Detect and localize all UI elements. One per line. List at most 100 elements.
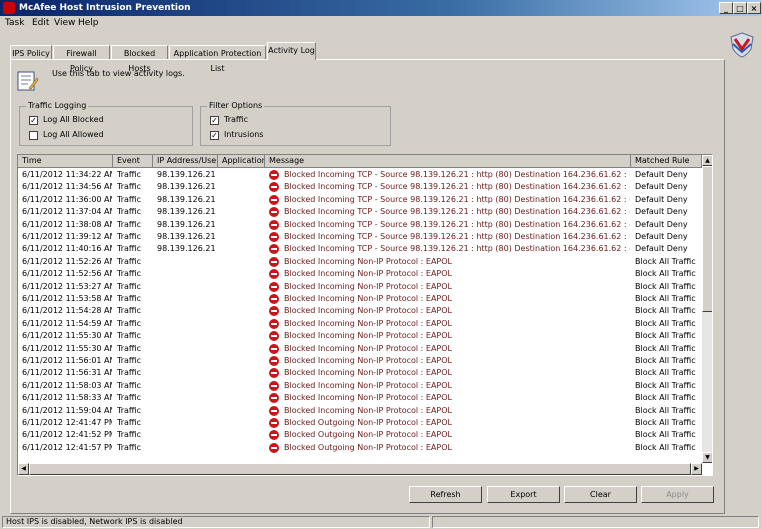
cell-message: Blocked Incoming TCP - Source 98.139.126… bbox=[284, 194, 630, 204]
tab-ips-policy[interactable]: IPS Policy bbox=[10, 45, 52, 60]
table-row[interactable]: 6/11/2012 11:58:33 AM Traffic Blocked Inco… bbox=[18, 392, 702, 404]
table-row[interactable]: 6/11/2012 11:52:26 AM Traffic Blocked Inco… bbox=[18, 256, 702, 268]
vertical-scrollbar[interactable]: ▲ ▼ bbox=[702, 155, 712, 463]
vertical-scroll-thumb[interactable] bbox=[702, 166, 712, 312]
blocked-icon bbox=[269, 269, 279, 280]
cell-ip: 98.139.126.21 bbox=[157, 170, 216, 179]
scroll-left-icon[interactable]: ◀ bbox=[18, 463, 29, 475]
table-row[interactable]: 6/11/2012 11:56:31 AM Traffic Blocked Inco… bbox=[18, 367, 702, 379]
cell-event: Traffic bbox=[117, 356, 142, 365]
maximize-button[interactable]: □ bbox=[733, 2, 747, 14]
cell-time: 6/11/2012 11:54:59 AM bbox=[22, 318, 112, 328]
cell-event: Traffic bbox=[117, 269, 142, 279]
table-row[interactable]: 6/11/2012 11:59:04 AM Traffic Blocked Inco… bbox=[18, 405, 702, 417]
table-row[interactable]: 6/11/2012 11:55:30 AM Traffic Blocked Inco… bbox=[18, 330, 702, 342]
table-row[interactable]: 6/11/2012 11:39:12 AM Traffic 98.139.126.2… bbox=[18, 231, 702, 243]
table-row[interactable]: 6/11/2012 11:55:30 AM Traffic Blocked Inco… bbox=[18, 343, 702, 355]
tab-blocked-hosts[interactable]: Blocked Hosts bbox=[111, 45, 168, 73]
table-row[interactable]: 6/11/2012 11:37:04 AM Traffic 98.139.126.2… bbox=[18, 206, 702, 218]
cell-ip bbox=[157, 405, 217, 417]
menu-task[interactable]: Task bbox=[5, 16, 24, 30]
tab-application-protection-list[interactable]: Application Protection List bbox=[169, 45, 266, 73]
horizontal-scrollbar[interactable]: ◀ ▶ bbox=[18, 463, 702, 475]
traffic-logging-group: Traffic Logging bbox=[19, 101, 193, 146]
table-row[interactable]: 6/11/2012 11:58:03 AM Traffic Blocked Inco… bbox=[18, 380, 702, 392]
table-row[interactable]: 6/11/2012 11:52:56 AM Traffic Blocked Inco… bbox=[18, 268, 702, 280]
cell-event: Traffic bbox=[117, 331, 142, 341]
cell-event: Traffic bbox=[117, 294, 142, 303]
column-header-time[interactable]: Time bbox=[18, 155, 113, 168]
table-row[interactable]: 6/11/2012 11:54:59 AM Traffic Blocked Inco… bbox=[18, 318, 702, 330]
tab-activity-log[interactable]: Activity Log bbox=[267, 42, 316, 60]
column-header-application[interactable]: Application bbox=[218, 155, 265, 168]
blocked-icon bbox=[269, 442, 279, 453]
log-all-allowed-label: Log All Allowed bbox=[43, 130, 104, 139]
cell-message: Blocked Incoming Non-IP Protocol : EAPOL bbox=[284, 343, 453, 353]
clear-button[interactable]: Clear bbox=[564, 486, 637, 503]
column-header-event[interactable]: Event bbox=[113, 155, 153, 168]
table-row[interactable]: 6/11/2012 11:34:22 AM Traffic 98.139.126.2… bbox=[18, 169, 702, 181]
table-row[interactable]: 6/11/2012 11:34:56 AM Traffic 98.139.126.2… bbox=[18, 181, 702, 193]
scroll-up-icon[interactable]: ▲ bbox=[702, 155, 712, 166]
blocked-icon bbox=[269, 170, 279, 180]
column-header-message[interactable]: Message bbox=[265, 155, 631, 168]
cell-time: 6/11/2012 11:37:04 AM bbox=[22, 207, 112, 217]
cell-event: Traffic bbox=[117, 244, 142, 254]
scroll-down-icon[interactable]: ▼ bbox=[702, 452, 712, 463]
blocked-icon bbox=[269, 418, 279, 428]
refresh-button[interactable]: Refresh bbox=[409, 486, 482, 503]
cell-application bbox=[222, 330, 265, 342]
cell-message: Blocked Incoming TCP - Source 98.139.126… bbox=[284, 182, 630, 192]
menu-view[interactable]: View bbox=[54, 16, 75, 30]
apply-button[interactable]: Apply bbox=[641, 486, 714, 503]
cell-matched-rule: Block All Traffic bbox=[635, 281, 696, 291]
cell-matched-rule: Default Deny bbox=[635, 219, 688, 229]
cell-ip bbox=[157, 392, 217, 404]
cell-time: 6/11/2012 11:52:26 AM bbox=[22, 256, 112, 266]
cell-ip bbox=[157, 380, 217, 392]
cell-ip bbox=[157, 367, 217, 379]
minimize-button[interactable]: _ bbox=[719, 2, 733, 14]
table-row[interactable]: 6/11/2012 12:41:52 PM Traffic Blocked Outg… bbox=[18, 429, 702, 441]
cell-ip: 98.139.126.21 bbox=[157, 182, 216, 192]
cell-message: Blocked Incoming Non-IP Protocol : EAPOL bbox=[284, 405, 453, 415]
cell-message: Blocked Outgoing Non-IP Protocol : EAPOL bbox=[284, 418, 452, 427]
cell-message: Blocked Incoming Non-IP Protocol : EAPOL bbox=[284, 281, 453, 291]
checkbox-checked-icon: ✓ bbox=[210, 116, 219, 125]
table-row[interactable]: 6/11/2012 11:53:58 AM Traffic Blocked Inco… bbox=[18, 293, 702, 305]
table-header: Time Event IP Address/User Application M… bbox=[18, 155, 702, 168]
app-icon bbox=[3, 2, 15, 14]
cell-time: 6/11/2012 11:55:30 AM bbox=[22, 343, 112, 353]
blocked-icon bbox=[269, 430, 279, 441]
close-button[interactable]: × bbox=[747, 2, 761, 14]
horizontal-scroll-thumb[interactable] bbox=[29, 463, 691, 475]
cell-matched-rule: Block All Traffic bbox=[635, 256, 696, 266]
cell-event: Traffic bbox=[117, 232, 142, 241]
cell-matched-rule: Block All Traffic bbox=[635, 294, 696, 303]
cell-event: Traffic bbox=[117, 343, 142, 353]
column-header-matched-rule[interactable]: Matched Rule bbox=[631, 155, 702, 168]
table-row[interactable]: 6/11/2012 12:41:57 PM Traffic Blocked Outg… bbox=[18, 442, 702, 454]
table-row[interactable]: 6/11/2012 11:40:16 AM Traffic 98.139.126.2… bbox=[18, 243, 702, 255]
cell-matched-rule: Block All Traffic bbox=[635, 318, 696, 328]
blocked-icon bbox=[269, 244, 279, 255]
export-button[interactable]: Export bbox=[487, 486, 560, 503]
table-row[interactable]: 6/11/2012 11:56:01 AM Traffic Blocked Inco… bbox=[18, 355, 702, 367]
column-header-ip[interactable]: IP Address/User bbox=[153, 155, 218, 168]
cell-event: Traffic bbox=[117, 430, 142, 440]
cell-application bbox=[222, 392, 265, 404]
menu-help[interactable]: Help bbox=[78, 16, 99, 30]
cell-message: Blocked Incoming TCP - Source 98.139.126… bbox=[284, 170, 630, 179]
log-all-blocked-label: Log All Blocked bbox=[43, 115, 104, 124]
table-row[interactable]: 6/11/2012 11:38:08 AM Traffic 98.139.126.2… bbox=[18, 219, 702, 231]
traffic-logging-label: Traffic Logging bbox=[26, 101, 89, 110]
table-row[interactable]: 6/11/2012 11:53:27 AM Traffic Blocked Inco… bbox=[18, 281, 702, 293]
table-row[interactable]: 6/11/2012 12:41:47 PM Traffic Blocked Outg… bbox=[18, 417, 702, 429]
menu-edit[interactable]: Edit bbox=[32, 16, 49, 30]
table-row[interactable]: 6/11/2012 11:36:00 AM Traffic 98.139.126.2… bbox=[18, 194, 702, 206]
cell-event: Traffic bbox=[117, 380, 142, 390]
scroll-right-icon[interactable]: ▶ bbox=[691, 463, 702, 475]
tab-firewall-policy[interactable]: Firewall Policy bbox=[53, 45, 110, 73]
table-row[interactable]: 6/11/2012 11:54:28 AM Traffic Blocked Inco… bbox=[18, 305, 702, 317]
activity-log-table[interactable]: Time Event IP Address/User Application M… bbox=[17, 154, 713, 476]
